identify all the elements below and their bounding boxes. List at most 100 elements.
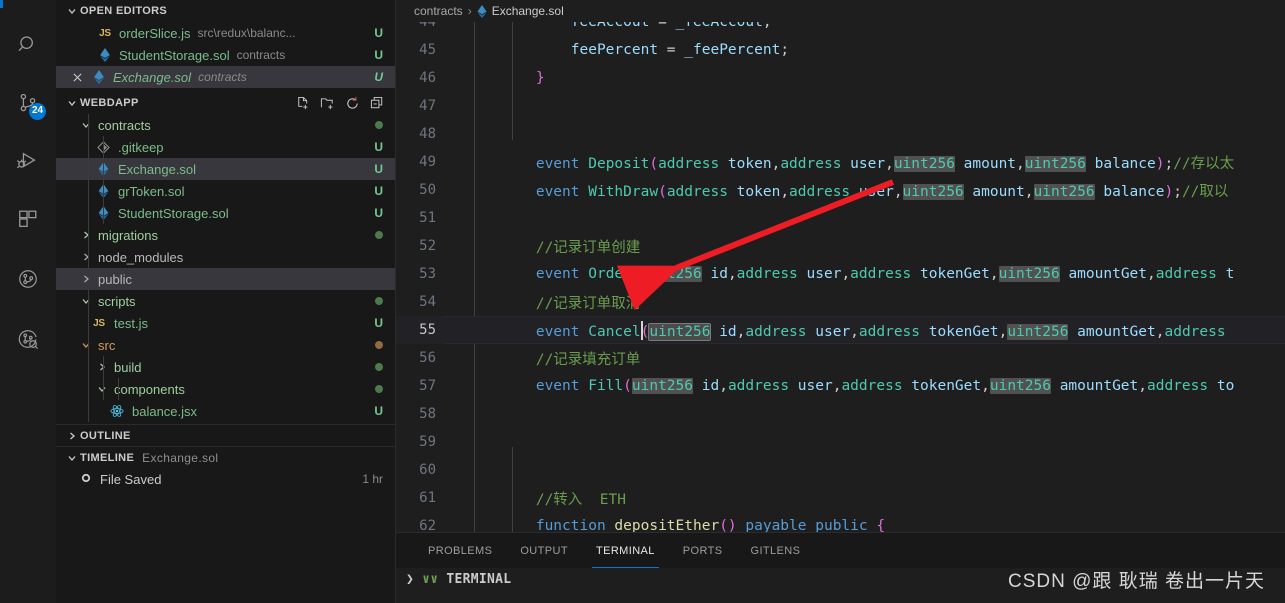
breadcrumb-folder[interactable]: contracts — [414, 4, 463, 18]
code-line[interactable]: 59 — [396, 428, 1285, 456]
explorer-folder-migrations[interactable]: migrations — [56, 224, 395, 246]
code-line[interactable]: 46 } — [396, 64, 1285, 92]
explorer-file-studentstorage[interactable]: StudentStorage.sol U — [56, 202, 395, 224]
gitlens-icon[interactable] — [0, 252, 56, 306]
extensions-icon[interactable] — [0, 192, 56, 246]
explorer-folder-build[interactable]: build — [56, 356, 395, 378]
chevron-right-icon — [78, 249, 94, 265]
code-token: uint256 — [1033, 183, 1095, 200]
gitlens-inspect-icon[interactable] — [0, 312, 56, 366]
explorer-item-label: grToken.sol — [118, 183, 185, 199]
panel-tab-ports[interactable]: PORTS — [669, 533, 737, 568]
vscode-window: 24 OPEN EDITORS JS orderSlice.js src\red… — [0, 0, 1285, 603]
code-line[interactable]: 47 — [396, 92, 1285, 120]
code-text: event Deposit(address token,address user… — [466, 152, 1234, 173]
panel-tab-terminal[interactable]: TERMINAL — [582, 533, 669, 568]
open-editor-desc: contracts — [236, 48, 286, 62]
search-icon[interactable] — [0, 18, 56, 72]
explorer-folder-contracts[interactable]: contracts — [56, 114, 395, 136]
explorer-file-testjs[interactable]: JS test.js U — [56, 312, 395, 334]
code-line[interactable]: 56 //记录填充订单 — [396, 344, 1285, 372]
open-editor-item-exchange[interactable]: Exchange.sol contracts U — [56, 66, 395, 88]
open-editor-label: StudentStorage.sol — [119, 47, 230, 63]
open-editor-item-studentstorage[interactable]: StudentStorage.sol contracts U — [56, 44, 395, 66]
breadcrumb-file[interactable]: Exchange.sol — [492, 4, 564, 18]
explorer-item-label: src — [98, 337, 116, 353]
code-token: user — [858, 183, 894, 200]
explorer-folder-components[interactable]: components — [56, 378, 395, 400]
git-status-dot — [375, 363, 383, 371]
code-line[interactable]: 45 feePercent = _feePercent; — [396, 36, 1285, 64]
code-line[interactable]: 62 function depositEther() payable publi… — [396, 512, 1285, 532]
open-editor-item-orderslice[interactable]: JS orderSlice.js src\redux\balanc... U — [56, 22, 395, 44]
outline-header[interactable]: OUTLINE — [56, 424, 395, 446]
explorer-file-balancejsx[interactable]: balance.jsx U — [56, 400, 395, 422]
explorer-folder-src[interactable]: src — [56, 334, 395, 356]
code-token: id — [701, 378, 720, 394]
line-number: 59 — [419, 434, 436, 450]
code-line[interactable]: 50 event WithDraw(address token,address … — [396, 176, 1285, 204]
explorer-item-status: U — [374, 206, 383, 220]
code-line[interactable]: 58 — [396, 400, 1285, 428]
code-token: public — [815, 518, 868, 532]
code-line[interactable]: 53 event Order(uint256 id,address user,a… — [396, 260, 1285, 288]
save-circle-icon — [80, 472, 92, 487]
panel-tab-problems[interactable]: PROBLEMS — [414, 533, 506, 568]
explorer-item-status: U — [374, 316, 383, 330]
code-token: address — [858, 323, 921, 340]
line-number: 51 — [419, 210, 436, 226]
explorer-header[interactable]: WEBDAPP — [56, 92, 395, 114]
explorer-file-gitkeep[interactable]: .gitkeep U — [56, 136, 395, 158]
breadcrumb[interactable]: contracts › Exchange.sol — [396, 0, 1285, 22]
code-viewport[interactable]: 44 feeAccout = _feeAccout; 45 feePercent … — [396, 22, 1285, 532]
code-token: , — [893, 183, 903, 200]
csdn-watermark: CSDN @跟 耿瑞 卷出一片天 — [1008, 571, 1265, 592]
run-and-debug-icon[interactable] — [0, 134, 56, 188]
explorer-folder-node-modules[interactable]: node_modules — [56, 246, 395, 268]
code-line[interactable]: 52 //记录订单创建 — [396, 232, 1285, 260]
code-token: balance — [1103, 183, 1165, 200]
code-line[interactable]: 44 feeAccout = _feeAccout; — [396, 22, 1285, 36]
code-line[interactable]: 60 — [396, 456, 1285, 484]
explorer-item-label: .gitkeep — [118, 139, 164, 155]
code-token: tokenGet — [928, 323, 999, 340]
code-token: ( — [658, 183, 667, 200]
explorer-folder-public[interactable]: public — [56, 268, 395, 290]
code-token: id — [719, 323, 737, 340]
refresh-icon[interactable] — [344, 95, 360, 111]
panel-tab-output[interactable]: OUTPUT — [506, 533, 582, 568]
open-editor-desc: contracts — [198, 70, 247, 84]
timeline-entry-file-saved[interactable]: File Saved 1 hr — [56, 468, 395, 490]
new-file-icon[interactable] — [294, 95, 310, 111]
code-line[interactable]: 55 event Cancel(uint256 id,address user,… — [396, 316, 1285, 344]
close-icon[interactable] — [68, 72, 86, 83]
timeline-header[interactable]: TIMELINE Exchange.sol — [56, 446, 395, 468]
explorer-folder-scripts[interactable]: scripts — [56, 290, 395, 312]
code-line[interactable]: 49 event Deposit(address token,address u… — [396, 148, 1285, 176]
code-token: address — [1147, 378, 1209, 394]
source-control-icon[interactable]: 24 — [0, 76, 56, 130]
code-token: payable — [745, 518, 807, 532]
code-line[interactable]: 48 — [396, 120, 1285, 148]
collapse-all-icon[interactable] — [369, 95, 385, 111]
code-text: //记录订单创建 — [466, 236, 640, 257]
code-line[interactable]: 61 //转入 ETH — [396, 484, 1285, 512]
panel-tab-gitlens[interactable]: GITLENS — [737, 533, 815, 568]
chevron-down-icon — [78, 337, 94, 353]
code-line[interactable]: 54 //记录订单取消 — [396, 288, 1285, 316]
code-line[interactable]: 51 — [396, 204, 1285, 232]
code-line[interactable]: 57 event Fill(uint256 id,address user,ad… — [396, 372, 1285, 400]
explorer-file-exchange[interactable]: Exchange.sol U — [56, 158, 395, 180]
code-token: token — [736, 183, 781, 200]
open-editors-header[interactable]: OPEN EDITORS — [56, 0, 395, 22]
code-token: , — [727, 266, 737, 282]
new-folder-icon[interactable] — [319, 95, 335, 111]
explorer-file-grtoken[interactable]: grToken.sol U — [56, 180, 395, 202]
